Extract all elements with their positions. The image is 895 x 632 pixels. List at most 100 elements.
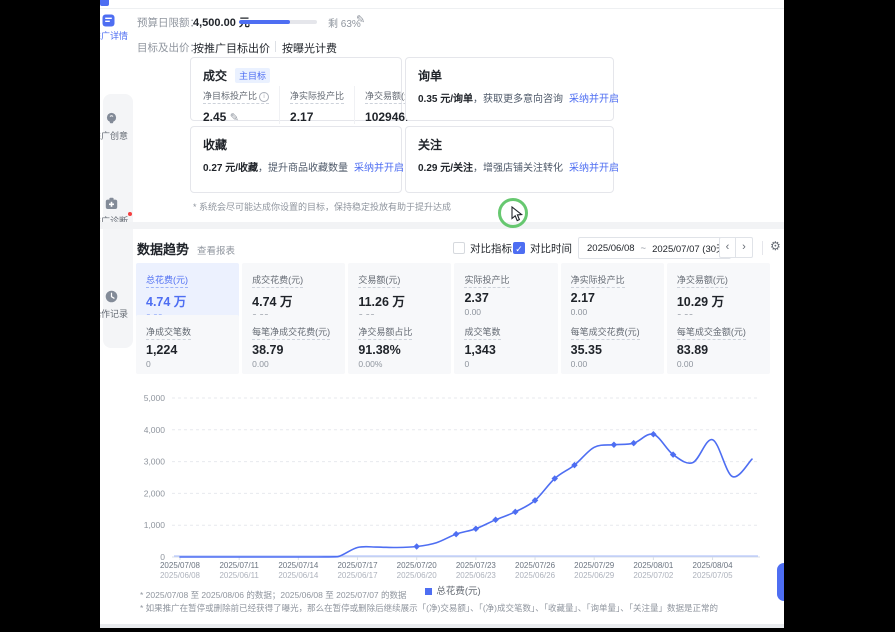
metric-compare-value: 0	[146, 359, 229, 369]
clock-icon	[105, 290, 118, 303]
metric-card[interactable]: 净成交笔数 1,224 0	[136, 315, 239, 374]
svg-text:2025/06/14: 2025/06/14	[278, 571, 319, 580]
svg-text:1,000: 1,000	[144, 520, 166, 530]
adopt-enable-link[interactable]: 采纳并开启	[354, 163, 404, 174]
goal-card-deal: 成交 主目标 净目标投产比i 2.45 ✎ 净实际投产比 2.17 净交易额(元…	[190, 57, 402, 121]
option-divider	[275, 41, 276, 52]
compare-metric-checkbox[interactable]	[453, 242, 465, 254]
svg-text:2025/06/17: 2025/06/17	[337, 571, 378, 580]
compare-time-label[interactable]: 对比时间	[530, 241, 572, 256]
gear-icon[interactable]: ⚙	[770, 239, 781, 253]
goal-cards-note: * 系统会尽可能达成你设置的目标，保持稳定投放有助于提升达成	[193, 200, 451, 213]
metric-value: 83.89	[677, 343, 760, 357]
metric-card[interactable]: 每笔成交花费(元) 35.35 0.00	[561, 315, 664, 374]
prev-period-button[interactable]: ‹	[719, 237, 736, 258]
line-chart-svg: 01,0002,0003,0004,0005,0002025/07/082025…	[136, 386, 770, 592]
metric-label: 成交花费(元)	[252, 273, 303, 288]
deal-metric-roi-actual: 净实际投产比 2.17	[279, 86, 354, 124]
metric-value: 11.26 万	[358, 291, 441, 310]
metric-value: 4.74 万	[252, 291, 335, 310]
bid-by-impression-tab[interactable]: 按曝光计费	[282, 40, 337, 56]
svg-text:2025/07/14: 2025/07/14	[278, 561, 319, 570]
svg-text:2025/06/29: 2025/06/29	[574, 571, 615, 580]
floating-side-button[interactable]	[777, 563, 784, 601]
goal-card-follow: 关注 0.29 元/关注，增强店铺关注转化采纳并开启	[405, 126, 614, 193]
svg-text:2025/07/02: 2025/07/02	[633, 571, 674, 580]
svg-text:5,000: 5,000	[144, 393, 166, 403]
metric-label: 每笔成交花费(元)	[571, 325, 640, 340]
metric-card[interactable]: 成交笔数 1,343 0	[454, 315, 557, 374]
svg-text:2025/06/08: 2025/06/08	[160, 571, 201, 580]
next-period-button[interactable]: ›	[736, 237, 753, 258]
metric-label: 净成交笔数	[146, 325, 191, 340]
view-report-link[interactable]: 查看报表	[197, 243, 235, 257]
svg-text:2025/06/11: 2025/06/11	[219, 571, 259, 580]
metric-compare-value: 0.00%	[358, 359, 441, 369]
sidebar-item-promo-creative-label[interactable]: 推广创意	[100, 129, 128, 142]
metric-label: 每笔成交金额(元)	[677, 325, 746, 340]
svg-text:4,000: 4,000	[144, 425, 166, 435]
top-divider	[100, 8, 784, 9]
adopt-enable-link[interactable]: 采纳并开启	[569, 163, 619, 174]
metric-value: 2.17	[571, 291, 654, 305]
compare-time-checkbox[interactable]: ✓	[513, 242, 525, 254]
legend-marker-square	[425, 588, 432, 595]
edit-roi-icon[interactable]: ✎	[230, 112, 239, 124]
metric-value: 35.35	[571, 343, 654, 357]
metric-value: 1,343	[464, 343, 547, 357]
page-content: 推广详情 推广创意 推广诊断 操作记录 预算日限额： 4,500.00 元 剩 …	[100, 0, 784, 624]
adopt-enable-link[interactable]: 采纳并开启	[569, 94, 619, 105]
edit-budget-icon[interactable]: ✎	[356, 13, 365, 26]
sidebar-item-promo-creative[interactable]	[105, 112, 118, 130]
deal-metric-roi-target: 净目标投产比i 2.45 ✎	[203, 86, 279, 124]
daily-budget-label: 预算日限额：	[137, 15, 200, 30]
metric-compare-value: 0.00	[252, 359, 335, 369]
metric-label: 净交易额占比	[358, 325, 412, 340]
page-bottom-bar	[100, 624, 784, 628]
notification-dot	[128, 212, 132, 216]
metric-compare-value: 0.00	[571, 359, 654, 369]
svg-text:2025/08/04: 2025/08/04	[693, 561, 734, 570]
svg-text:2025/07/05: 2025/07/05	[693, 571, 734, 580]
metric-label: 成交笔数	[464, 325, 500, 340]
trend-line-chart: 01,0002,0003,0004,0005,0002025/07/082025…	[136, 386, 770, 592]
date-end: 2025/07/07 (30天)	[652, 241, 729, 255]
inquiry-desc: 0.35 元/询单，获取更多意向咨询采纳并开启	[418, 90, 619, 105]
sidebar-item-operation-log-label[interactable]: 操作记录	[100, 307, 128, 320]
goal-card-favorite-title: 收藏	[203, 136, 227, 153]
first-aid-kit-icon	[105, 197, 118, 210]
bid-by-goal-tab[interactable]: 按推广目标出价	[193, 40, 270, 56]
info-icon[interactable]: i	[259, 92, 269, 102]
footnote-pause-note: * 如果推广在暂停或删除前已经获得了曝光，那么在暂停或删除后继续展示「(净)交易…	[140, 602, 718, 614]
date-range-picker[interactable]: 2025/06/08 ~ 2025/07/07 (30天)	[578, 237, 731, 259]
goal-card-favorite: 收藏 0.27 元/收藏，提升商品收藏数量采纳并开启	[190, 126, 402, 193]
svg-text:2025/07/26: 2025/07/26	[515, 561, 556, 570]
metric-card[interactable]: 每笔成交金额(元)83.890.00	[667, 315, 770, 374]
metric-label: 交易额(元)	[358, 273, 400, 288]
svg-text:2025/07/17: 2025/07/17	[337, 561, 378, 570]
sidebar-item-promo-detail-label[interactable]: 推广详情	[100, 29, 128, 42]
compare-metric-label[interactable]: 对比指标	[470, 241, 512, 256]
svg-text:2025/08/01: 2025/08/01	[633, 561, 674, 570]
svg-text:2,000: 2,000	[144, 488, 166, 498]
budget-progress-bar	[239, 20, 317, 24]
date-separator: ~	[641, 243, 647, 254]
metric-card[interactable]: 净交易额占比91.38%0.00%	[348, 315, 451, 374]
metric-label: 总花费(元)	[146, 273, 188, 288]
lightbulb-icon	[105, 112, 118, 125]
svg-text:2025/07/20: 2025/07/20	[397, 561, 438, 570]
date-start: 2025/06/08	[587, 243, 635, 254]
metric-label: 每笔净成交花费(元)	[252, 325, 330, 340]
sidebar-item-operation-log[interactable]	[105, 290, 118, 308]
sidebar-item-promo-diagnosis[interactable]	[105, 197, 118, 215]
metric-card[interactable]: 每笔净成交花费(元)38.790.00	[242, 315, 345, 374]
follow-desc: 0.29 元/关注，增强店铺关注转化采纳并开启	[418, 159, 619, 174]
goal-bid-label: 目标及出价：	[137, 40, 200, 55]
metric-label: 净交易额(元)	[677, 273, 728, 288]
metric-compare-value: 0	[464, 359, 547, 369]
document-icon	[102, 14, 115, 27]
metric-value: 1,224	[146, 343, 229, 357]
favorite-desc: 0.27 元/收藏，提升商品收藏数量采纳并开启	[203, 159, 404, 174]
section-divider	[100, 222, 784, 229]
svg-text:2025/07/08: 2025/07/08	[160, 561, 201, 570]
